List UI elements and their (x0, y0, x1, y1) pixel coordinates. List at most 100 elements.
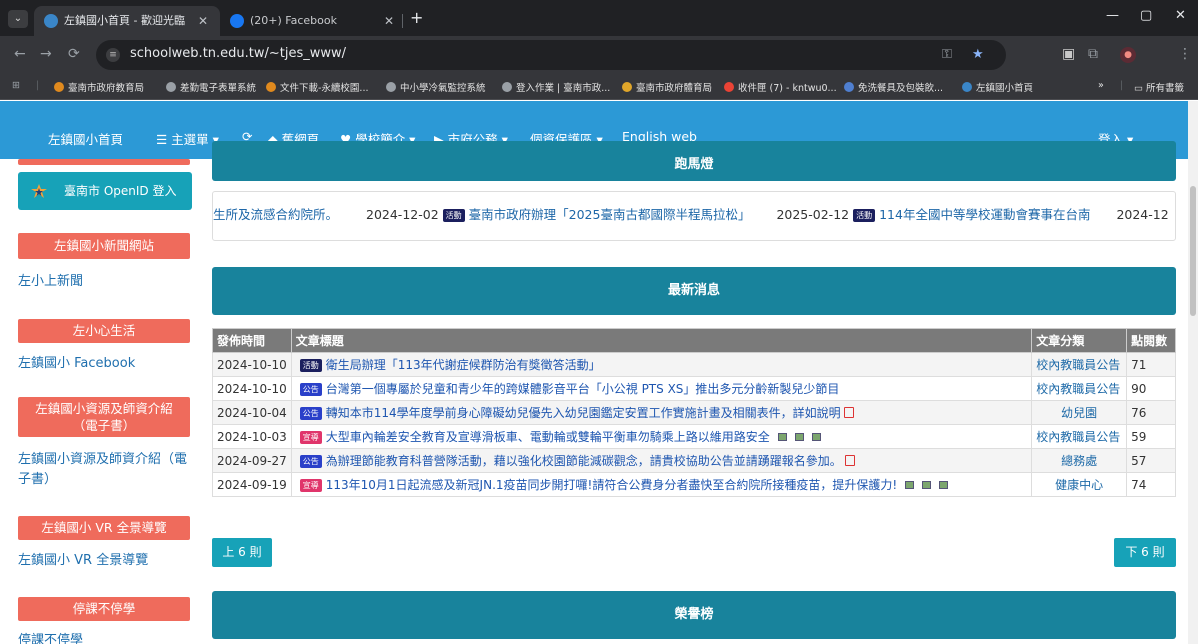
bookmark-star-icon[interactable]: ★ (972, 47, 984, 62)
address-bar[interactable]: ≡ schoolweb.tn.edu.tw/~tjes_www/ ⚿ ★ (96, 40, 1006, 70)
row-category[interactable]: 校內教職員公告 (1031, 376, 1128, 401)
bookmark-favicon-icon (54, 82, 64, 92)
puzzle-icon[interactable]: ⧉ (1088, 46, 1098, 62)
bookmark-item[interactable]: 文件下載-永續校園... (266, 80, 369, 94)
bookmark-item[interactable]: 中小學冷氣監控系統 (386, 80, 486, 94)
image-icon[interactable] (811, 433, 821, 441)
browser-menu-icon[interactable]: ⋮ (1178, 46, 1192, 62)
browser-toolbar: ← → ⟳ ≡ schoolweb.tn.edu.tw/~tjes_www/ ⚿… (0, 36, 1198, 74)
sidebar-header-online: 停課不停學 (18, 597, 190, 621)
row-views: 90 (1126, 376, 1176, 401)
row-title[interactable]: 公告 台灣第一個專屬於兒童和青少年的跨媒體影音平台「小公視 PTS XS」推出多元… (290, 376, 1033, 401)
bookmark-item[interactable]: 差勤電子表單系統 (166, 80, 256, 94)
globe-icon (166, 82, 176, 92)
profile-avatar-icon[interactable]: ● (1120, 47, 1136, 63)
col-title: 文章標題 (290, 328, 1033, 353)
back-icon[interactable]: ← (14, 46, 26, 62)
bookmark-item[interactable]: 臺南市政府體育局 (622, 80, 712, 94)
marquee-item-link[interactable]: 114年全國中等學校運動會賽事在台南 (879, 207, 1090, 222)
marquee-item-link[interactable]: 臺南市政府辦理「2025臺南古都國際半程馬拉松」 (469, 207, 751, 222)
row-category[interactable]: 幼兒園 (1031, 400, 1128, 425)
row-views: 76 (1126, 400, 1176, 425)
minimize-icon[interactable]: — (1106, 8, 1119, 23)
marquee-header: 跑馬燈 (212, 141, 1176, 181)
pdf-icon[interactable] (843, 407, 854, 418)
image-icon[interactable] (905, 481, 915, 489)
row-title-link[interactable]: 轉知本市114學年度學前身心障礙幼兒優先入幼兒園鑑定安置工作實施計畫及相關表件，… (326, 406, 841, 420)
row-title[interactable]: 公告 轉知本市114學年度學前身心障礙幼兒優先入幼兒園鑑定安置工作實施計畫及相關表… (290, 400, 1033, 425)
row-date: 2024-10-03 (212, 424, 292, 449)
row-views: 57 (1126, 448, 1176, 473)
all-bookmarks-folder[interactable]: ▭ 所有書籤 (1134, 80, 1184, 94)
close-window-icon[interactable]: ✕ (1175, 8, 1186, 23)
bookmarks-more-icon[interactable]: » (1098, 80, 1104, 91)
marquee-text: 生所及流感合約院所。 2024-12-02 活動 臺南市政府辦理「2025臺南古都國… (213, 204, 1169, 223)
table-row: 2024-09-19 宣導 113年10月1日起流感及新冠JN.1疫苗同步開打囉!… (212, 472, 1176, 497)
restore-icon[interactable]: ▢ (1140, 8, 1152, 23)
prev-page-button[interactable]: 上 6 則 (212, 538, 272, 567)
row-title-link[interactable]: 衛生局辦理「113年代謝症候群防治有獎徵答活動」 (326, 358, 601, 372)
row-date: 2024-09-27 (212, 448, 292, 473)
site-info-icon[interactable]: ≡ (106, 48, 120, 62)
sidebar-link-online[interactable]: 停課不停學 (18, 631, 83, 644)
row-title[interactable]: 活動 衛生局辦理「113年代謝症候群防治有獎徵答活動」 (290, 352, 1033, 377)
image-icon[interactable] (777, 433, 787, 441)
row-title[interactable]: 公告 為辦理節能教育科普營隊活動，藉以強化校園節能減碳觀念，請貴校協助公告並請踴躍… (290, 448, 1033, 473)
news-table-header: 發佈時間 文章標題 文章分類 點閱數 (212, 328, 1176, 353)
row-category[interactable]: 總務處 (1031, 448, 1128, 473)
reload-icon[interactable]: ⟳ (68, 46, 80, 62)
nav-home[interactable]: 左鎮國小首頁 (48, 129, 123, 148)
marquee-box: 生所及流感合約院所。 2024-12-02 活動 臺南市政府辦理「2025臺南古都國… (212, 191, 1176, 241)
row-title[interactable]: 宣導 大型車內輪差安全教育及宣導滑板車、電動輪或雙輪平衡車勿騎乘上路以維用路安全 (290, 424, 1033, 449)
new-tab-icon[interactable]: + (410, 8, 423, 27)
row-date: 2024-09-19 (212, 472, 292, 497)
bookmark-item[interactable]: 臺南市政府教育局 (54, 80, 144, 94)
url-text[interactable]: schoolweb.tn.edu.tw/~tjes_www/ (130, 46, 346, 61)
bookmark-item[interactable]: 收件匣 (7) - kntwu0... (724, 80, 837, 94)
openid-login-button[interactable]: 臺南市 OpenID 登入 (18, 172, 192, 210)
sidebar-link-facebook[interactable]: 左鎮國小 Facebook (18, 354, 135, 374)
close-tab-icon[interactable]: ✕ (384, 6, 394, 36)
browser-tab-facebook[interactable]: (20+) Facebook ✕ (220, 6, 406, 36)
row-views: 71 (1126, 352, 1176, 377)
row-category[interactable]: 健康中心 (1031, 472, 1128, 497)
forward-icon[interactable]: → (40, 46, 52, 62)
sidebar-link-vr[interactable]: 左鎮國小 VR 全景導覽 (18, 551, 148, 571)
table-row: 2024-10-04 公告 轉知本市114學年度學前身心障礙幼兒優先入幼兒園鑑定安… (212, 400, 1176, 425)
row-date: 2024-10-10 (212, 352, 292, 377)
image-icon[interactable] (939, 481, 949, 489)
tab-search-icon[interactable]: ⌄ (8, 10, 28, 28)
sidebar-header-news: 左鎮國小新聞網站 (18, 233, 190, 259)
bookmark-favicon-icon (266, 82, 276, 92)
marquee-lead[interactable]: 生所及流感合約院所。 (213, 207, 338, 222)
bookmark-item[interactable]: 登入作業 | 臺南市政... (502, 80, 610, 94)
extension-icon[interactable]: ▣ (1062, 46, 1075, 62)
image-icon[interactable] (922, 481, 932, 489)
close-tab-icon[interactable]: ✕ (198, 6, 208, 36)
row-title-link[interactable]: 為辦理節能教育科普營隊活動，藉以強化校園節能減碳觀念，請貴校協助公告並請踴躍報名… (326, 454, 842, 468)
browser-tab-school[interactable]: 左鎮國小首頁 - 歡迎光臨 ✕ (34, 6, 220, 36)
row-title[interactable]: 宣導 113年10月1日起流感及新冠JN.1疫苗同步開打囉!請符合公費身分者盡快至… (290, 472, 1033, 497)
apps-grid-icon[interactable]: ⊞ (12, 80, 20, 91)
openid-label: 臺南市 OpenID 登入 (64, 184, 177, 198)
page-scrollbar[interactable] (1188, 101, 1198, 644)
password-key-icon[interactable]: ⚿ (942, 47, 952, 62)
marquee-date: 2024-12 (1116, 207, 1169, 222)
pdf-icon[interactable] (844, 455, 855, 466)
bookmark-item[interactable]: 免洗餐具及包裝飲... (844, 80, 943, 94)
next-page-button[interactable]: 下 6 則 (1114, 538, 1176, 567)
row-title-link[interactable]: 台灣第一個專屬於兒童和青少年的跨媒體影音平台「小公視 PTS XS」推出多元分齡… (326, 382, 840, 396)
tab-title: 左鎮國小首頁 - 歡迎光臨 (64, 14, 185, 27)
row-category[interactable]: 校內教職員公告 (1031, 424, 1128, 449)
nav-main-menu[interactable]: ☰ 主選單 ▾ (156, 129, 219, 148)
sidebar-link-news[interactable]: 左小上新聞 (18, 272, 83, 292)
image-icon[interactable] (794, 433, 804, 441)
scrollbar-thumb[interactable] (1190, 186, 1196, 316)
row-title-link[interactable]: 大型車內輪差安全教育及宣導滑板車、電動輪或雙輪平衡車勿騎乘上路以維用路安全 (326, 430, 770, 444)
row-title-link[interactable]: 113年10月1日起流感及新冠JN.1疫苗同步開打囉!請符合公費身分者盡快至合約… (326, 478, 897, 492)
bookmark-item[interactable]: 左鎮國小首頁 (962, 80, 1033, 94)
sidebar-link-resources[interactable]: 左鎮國小資源及師資介紹（電子書） (18, 450, 188, 490)
sidebar-top-block (18, 159, 190, 165)
table-row: 2024-10-10 活動 衛生局辦理「113年代謝症候群防治有獎徵答活動」 校內… (212, 352, 1176, 377)
row-category[interactable]: 校內教職員公告 (1031, 352, 1128, 377)
